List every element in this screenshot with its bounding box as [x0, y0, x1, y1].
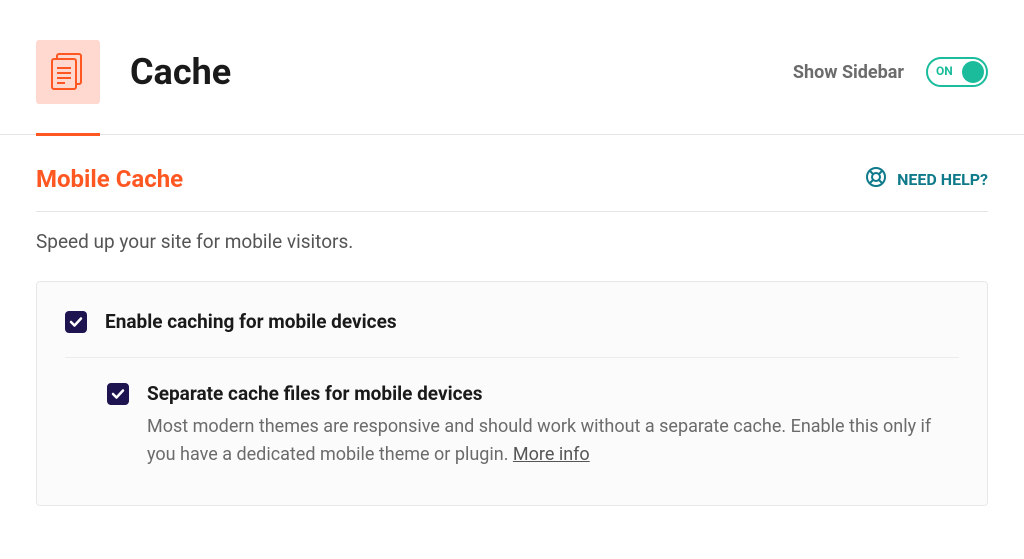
cache-icon [36, 40, 100, 104]
content: Mobile Cache NEED HELP? Speed up your si… [0, 135, 1024, 506]
toggle-on-label: ON [936, 64, 953, 78]
section-description: Speed up your site for mobile visitors. [36, 212, 988, 281]
toggle-knob [962, 61, 984, 83]
header-left: Cache [36, 40, 231, 104]
more-info-link[interactable]: More info [513, 444, 590, 465]
show-sidebar-toggle[interactable]: ON [926, 57, 988, 87]
need-help-label: NEED HELP? [897, 170, 988, 189]
page-title: Cache [130, 51, 231, 93]
options-panel: Enable caching for mobile devices Separa… [36, 281, 988, 506]
check-icon [69, 315, 83, 329]
header-right: Show Sidebar ON [793, 57, 988, 87]
show-sidebar-label: Show Sidebar [793, 62, 904, 83]
help-icon [865, 166, 887, 192]
enable-mobile-checkbox[interactable] [65, 311, 87, 333]
option-content: Separate cache files for mobile devices … [147, 382, 959, 469]
option-enable-mobile: Enable caching for mobile devices [65, 310, 959, 358]
option-content: Enable caching for mobile devices [105, 310, 959, 333]
option-separate-files: Separate cache files for mobile devices … [65, 358, 959, 469]
check-icon [111, 387, 125, 401]
section-title: Mobile Cache [36, 165, 183, 193]
page-header: Cache Show Sidebar ON [0, 0, 1024, 135]
need-help-link[interactable]: NEED HELP? [865, 166, 988, 192]
separate-files-label: Separate cache files for mobile devices [147, 382, 959, 405]
separate-files-description: Most modern themes are responsive and sh… [147, 413, 959, 469]
separate-files-checkbox[interactable] [107, 383, 129, 405]
section-header: Mobile Cache NEED HELP? [36, 165, 988, 212]
enable-mobile-label: Enable caching for mobile devices [105, 310, 959, 333]
